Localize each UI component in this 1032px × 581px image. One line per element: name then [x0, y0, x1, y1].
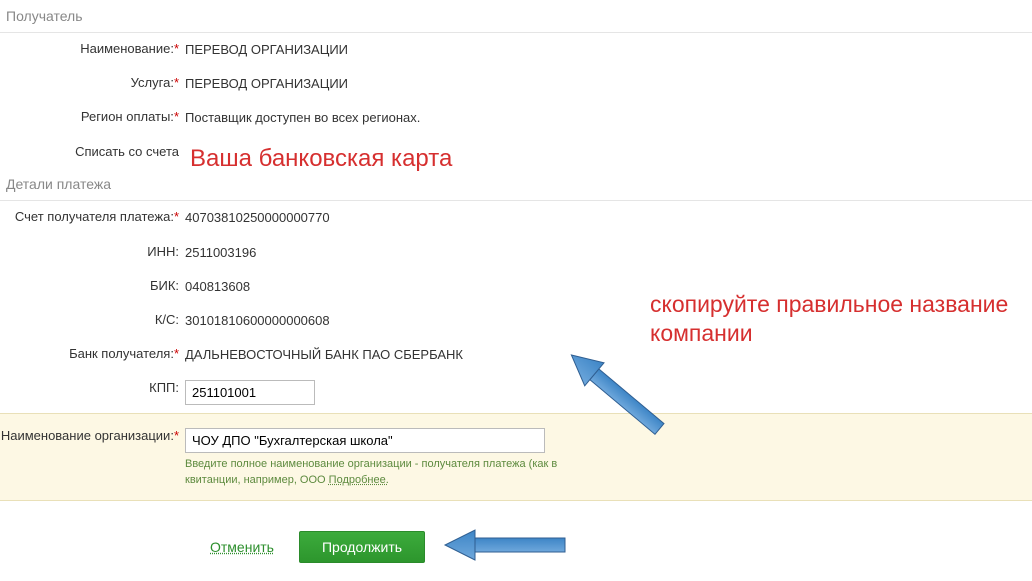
- label-region: Регион оплаты:*: [0, 109, 185, 126]
- section-details-header: Детали платежа: [0, 168, 1032, 201]
- value-region: Поставщик доступен во всех регионах.: [185, 109, 1032, 127]
- value-bank: ДАЛЬНЕВОСТОЧНЫЙ БАНК ПАО СБЕРБАНК: [185, 346, 1032, 364]
- label-org: Наименование организации:*: [0, 428, 185, 445]
- label-service: Услуга:*: [0, 75, 185, 92]
- value-inn: 2511003196: [185, 244, 1032, 262]
- row-account: Счет получателя платежа:* 40703810250000…: [0, 201, 1032, 235]
- annotation-copy-company-text: скопируйте правильное название компании: [650, 290, 1032, 348]
- label-kpp: КПП:: [0, 380, 185, 397]
- org-name-input[interactable]: [185, 428, 545, 453]
- org-hint-link[interactable]: Подробнее.: [329, 474, 389, 486]
- row-region: Регион оплаты:* Поставщик доступен во вс…: [0, 101, 1032, 135]
- label-ks: К/С:: [0, 312, 185, 329]
- continue-button[interactable]: Продолжить: [299, 531, 425, 563]
- org-highlight-block: Наименование организации:* Введите полно…: [0, 413, 1032, 501]
- label-inn: ИНН:: [0, 244, 185, 261]
- label-bik: БИК:: [0, 278, 185, 295]
- value-account: 40703810250000000770: [185, 209, 1032, 227]
- row-kpp: КПП:: [0, 372, 1032, 413]
- row-name: Наименование:* ПЕРЕВОД ОРГАНИЗАЦИИ: [0, 33, 1032, 67]
- label-bank: Банк получателя:*: [0, 346, 185, 363]
- label-debit: Списать со счета: [0, 144, 185, 161]
- label-account: Счет получателя платежа:*: [0, 209, 185, 226]
- org-hint: Введите полное наименование организации …: [185, 457, 585, 488]
- kpp-input[interactable]: [185, 380, 315, 405]
- row-debit: Списать со счета: [0, 136, 1032, 169]
- label-name: Наименование:*: [0, 41, 185, 58]
- value-name: ПЕРЕВОД ОРГАНИЗАЦИИ: [185, 41, 1032, 59]
- section-recipient-header: Получатель: [0, 0, 1032, 33]
- value-service: ПЕРЕВОД ОРГАНИЗАЦИИ: [185, 75, 1032, 93]
- annotation-card-text: Ваша банковская карта: [190, 145, 452, 173]
- row-service: Услуга:* ПЕРЕВОД ОРГАНИЗАЦИИ: [0, 67, 1032, 101]
- actions-row: Отменить Продолжить: [0, 531, 1032, 563]
- cancel-link[interactable]: Отменить: [210, 539, 274, 555]
- row-inn: ИНН: 2511003196: [0, 236, 1032, 270]
